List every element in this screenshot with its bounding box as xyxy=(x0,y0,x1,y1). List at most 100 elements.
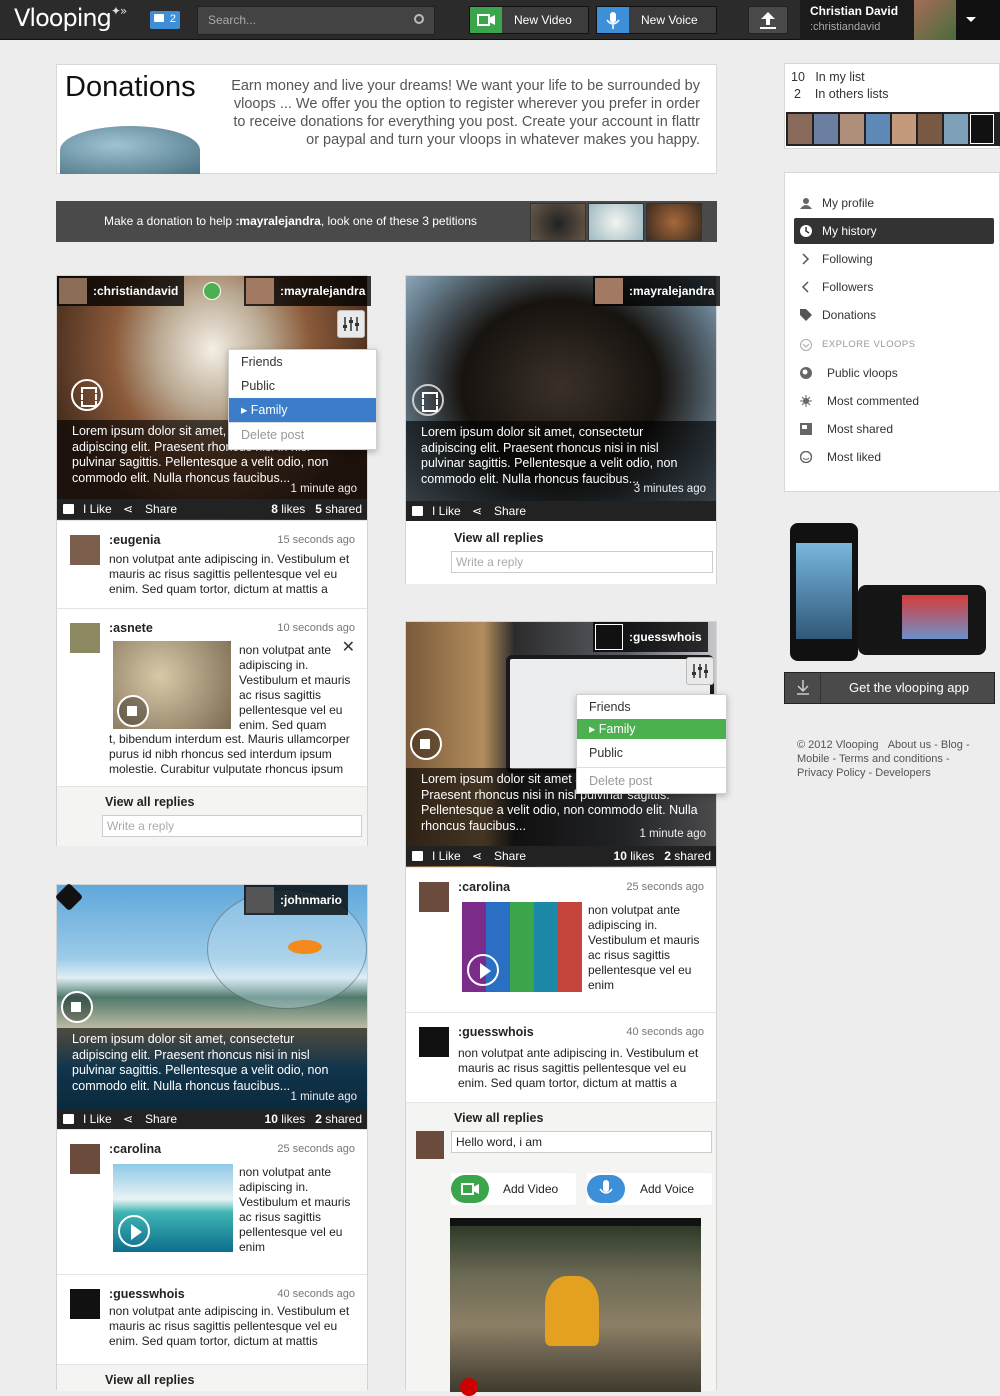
footer-link-terms[interactable]: Terms and conditions xyxy=(839,753,943,765)
film-icon[interactable] xyxy=(71,379,103,411)
search-input[interactable]: Search... xyxy=(197,6,435,35)
comment-author[interactable]: :asnete xyxy=(109,621,153,635)
avatar[interactable] xyxy=(918,114,942,144)
video-progress-handle[interactable] xyxy=(460,1378,478,1396)
share-button[interactable]: Share xyxy=(145,499,177,519)
reply-input[interactable]: Write a reply xyxy=(102,815,362,837)
search-icon[interactable] xyxy=(414,14,424,24)
chevron-down-icon[interactable] xyxy=(956,0,1000,40)
like-button[interactable]: I Like xyxy=(432,501,461,521)
in-others-lists-row[interactable]: 2 In others lists xyxy=(791,87,889,101)
privacy-option-friends[interactable]: Friends xyxy=(577,695,726,719)
privacy-option-family[interactable]: ▸ Family xyxy=(229,398,376,422)
comment-author[interactable]: :guesswhois xyxy=(109,1287,185,1301)
comment: :carolina 25 seconds ago non volutpat an… xyxy=(406,867,716,1012)
audio-icon[interactable] xyxy=(61,991,93,1023)
avatar[interactable] xyxy=(70,623,100,653)
comment-author[interactable]: :eugenia xyxy=(109,533,160,547)
avatar[interactable] xyxy=(70,1144,100,1174)
avatar[interactable] xyxy=(70,535,100,565)
anonymous-mask-icon[interactable] xyxy=(970,114,994,144)
play-icon[interactable] xyxy=(467,954,499,986)
view-all-replies-link[interactable]: View all replies xyxy=(105,1373,194,1387)
post-author-tag[interactable]: :guesswhois xyxy=(593,622,708,652)
explore-most-shared[interactable]: Most shared xyxy=(794,416,994,442)
anonymous-mask-icon[interactable] xyxy=(70,1289,100,1319)
footer-link-developers[interactable]: Developers xyxy=(875,767,931,779)
sidebar-item-my-history[interactable]: My history xyxy=(794,218,994,244)
petition-thumbnail[interactable] xyxy=(530,203,586,241)
privacy-dropdown: Friends Public ▸ Family Delete post xyxy=(228,349,377,450)
anonymous-mask-icon[interactable] xyxy=(419,1027,449,1057)
donation-user-link[interactable]: :mayralejandra xyxy=(235,214,320,228)
post-author-tag[interactable]: :mayralejandra xyxy=(593,276,721,306)
post-recipient-tag[interactable]: :mayralejandra xyxy=(244,276,372,306)
petition-thumbnail[interactable] xyxy=(588,203,644,241)
view-all-replies-link[interactable]: View all replies xyxy=(454,1111,543,1125)
comment-author[interactable]: :guesswhois xyxy=(458,1025,534,1039)
comment-author[interactable]: :carolina xyxy=(458,880,510,894)
sidebar-item-followers[interactable]: Followers xyxy=(794,274,994,300)
new-video-button[interactable]: New Video xyxy=(469,6,589,34)
add-video-button[interactable]: Add Video xyxy=(451,1173,576,1205)
reply-input[interactable]: Hello word, i am xyxy=(451,1131,712,1153)
footer-link-blog[interactable]: Blog xyxy=(941,739,963,751)
avatar[interactable] xyxy=(840,114,864,144)
privacy-settings-button[interactable] xyxy=(337,310,365,338)
avatar[interactable] xyxy=(814,114,838,144)
delete-post-button[interactable]: Delete post xyxy=(577,767,726,794)
privacy-option-public[interactable]: Public xyxy=(577,739,726,767)
film-icon[interactable] xyxy=(412,384,444,416)
privacy-option-family[interactable]: ▸ Family xyxy=(577,719,726,739)
avatar[interactable] xyxy=(892,114,916,144)
download-icon xyxy=(785,673,821,703)
avatar[interactable] xyxy=(419,882,449,912)
new-voice-button[interactable]: New Voice xyxy=(596,6,717,34)
avatar[interactable] xyxy=(788,114,812,144)
explore-most-commented[interactable]: Most commented xyxy=(794,388,994,414)
audio-icon[interactable] xyxy=(117,695,149,727)
add-voice-button[interactable]: Add Voice xyxy=(587,1173,712,1205)
comment-text: non volutpat ante adipiscing in. Vestibu… xyxy=(109,1304,350,1348)
post-time: 1 minute ago xyxy=(290,1091,358,1103)
avatar[interactable] xyxy=(866,114,890,144)
video-camera-icon xyxy=(470,7,502,33)
sidebar-item-my-profile[interactable]: My profile xyxy=(794,190,994,216)
video-player[interactable] xyxy=(450,1218,701,1396)
privacy-option-friends[interactable]: Friends xyxy=(229,350,376,374)
explore-most-liked[interactable]: Most liked xyxy=(794,444,994,470)
audio-icon[interactable] xyxy=(410,728,442,760)
logo[interactable]: Vlooping✦» xyxy=(14,4,127,32)
avatar[interactable] xyxy=(944,114,968,144)
post-author-tag[interactable]: :johnmario xyxy=(244,885,348,915)
share-button[interactable]: Share xyxy=(145,1109,177,1129)
reply-input[interactable]: Write a reply xyxy=(451,551,713,573)
page-title: Donations xyxy=(65,71,196,103)
play-icon[interactable] xyxy=(118,1215,150,1247)
share-button[interactable]: Share xyxy=(494,501,526,521)
footer-link-mobile[interactable]: Mobile xyxy=(797,753,829,765)
in-my-list-row[interactable]: 10 In my list xyxy=(791,70,865,84)
get-app-button[interactable]: Get the vlooping app xyxy=(784,672,995,704)
explore-public-vloops[interactable]: Public vloops xyxy=(794,360,994,386)
notifications-button[interactable]: 2 xyxy=(150,11,180,29)
comment-author[interactable]: :carolina xyxy=(109,1142,161,1156)
sidebar-item-following[interactable]: Following xyxy=(794,246,994,272)
footer-link-about[interactable]: About us xyxy=(888,739,931,751)
privacy-option-public[interactable]: Public xyxy=(229,374,376,398)
sidebar-item-donations[interactable]: Donations xyxy=(794,302,994,328)
explore-heading[interactable]: EXPLORE VLOOPS xyxy=(794,332,994,358)
post-author-tag[interactable]: :christiandavid xyxy=(57,276,185,306)
like-button[interactable]: I Like xyxy=(432,846,461,866)
like-button[interactable]: I Like xyxy=(83,1109,112,1129)
upload-button[interactable] xyxy=(748,6,788,34)
petition-thumbnail[interactable] xyxy=(646,203,702,241)
share-button[interactable]: Share xyxy=(494,846,526,866)
delete-post-button[interactable]: Delete post xyxy=(229,422,376,446)
view-all-replies-link[interactable]: View all replies xyxy=(105,795,194,809)
view-all-replies-link[interactable]: View all replies xyxy=(454,531,543,545)
user-menu[interactable]: Christian David :christiandavid xyxy=(800,0,1000,40)
like-button[interactable]: I Like xyxy=(83,499,112,519)
privacy-settings-button[interactable] xyxy=(686,657,714,685)
footer-link-privacy[interactable]: Privacy Policy xyxy=(797,767,865,779)
